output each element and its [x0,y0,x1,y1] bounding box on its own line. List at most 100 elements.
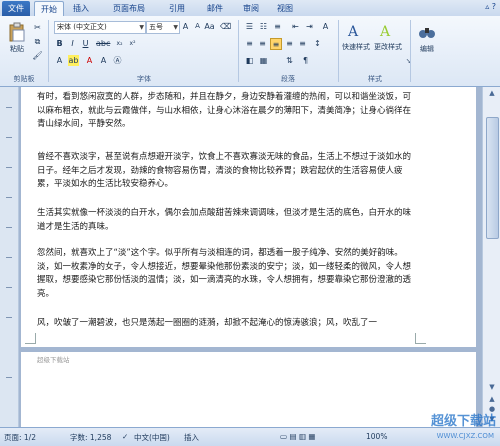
paragraph-2[interactable]: 曾经不喜欢淡字，甚至说有点想避开淡字，饮食上不喜欢寡淡无味的食品，生活上不想过于… [37,151,419,192]
paste-button[interactable]: 粘贴 [6,22,28,54]
page-indicator[interactable]: 页面: 1/2 [4,432,36,443]
chinese-layout-icon[interactable]: A [320,21,331,32]
align-left-icon[interactable]: ≡ [244,38,255,49]
paragraph-5[interactable]: 风，吹皱了一潮碧波，也只是荡起一圈圈的涟漪，却掀不起淹心的惊涛骇浪；风，吹乱了一 [37,317,419,330]
char-shading-icon[interactable]: A [98,55,109,66]
paste-icon [9,22,25,42]
zoom-level[interactable]: 100% [366,432,387,441]
font-size-value: 五号 [149,23,163,31]
change-styles-button[interactable]: A 更改样式 [374,22,402,58]
change-case-icon[interactable]: Aa [204,21,215,32]
borders-icon[interactable]: ▦ [258,55,269,66]
superscript-icon[interactable]: x² [127,38,138,49]
quick-styles-button[interactable]: A 快速样式 [342,22,370,58]
paste-label: 粘贴 [10,45,24,53]
numbering-icon[interactable]: ☷ [258,21,269,32]
subscript-icon[interactable]: x₂ [114,38,125,49]
multilevel-list-icon[interactable]: ≡ [272,21,283,32]
paragraph-3[interactable]: 生活其实就像一杯淡淡的白开水，偶尔会加点酸甜苦辣来调调味，但淡才是生活的底色，白… [37,207,419,234]
ribbon-home: 粘贴 ✂ ⧉ 🖌 剪贴板 宋体 (中文正文) ▼ 五号 ▼ A A Aa ⌫ B… [0,16,500,87]
document-page-2[interactable]: 超级下载站 [21,352,476,427]
decrease-indent-icon[interactable]: ⇤ [290,21,301,32]
show-marks-icon[interactable]: ¶ [300,55,311,66]
tab-insert[interactable]: 插入 [70,1,92,16]
cut-icon[interactable]: ✂ [32,22,43,33]
binoculars-icon [419,28,435,38]
italic-icon[interactable]: I [67,38,78,49]
tab-view[interactable]: 视图 [274,1,296,16]
insert-mode[interactable]: 插入 [184,432,199,443]
font-color-icon[interactable]: A [84,55,95,66]
vertical-ruler [0,87,19,427]
styles-group-label: 样式 [368,75,382,83]
footer-text: 超级下载站 [37,356,70,364]
ribbon-tabbar: 文件 开始 插入 页面布局 引用 邮件 审阅 视图 ▵ ? [0,0,500,17]
align-right-icon[interactable]: ≡ [284,38,295,49]
highlight-icon[interactable]: ab [68,55,79,66]
strikethrough-icon[interactable]: abc [96,38,110,49]
font-size-select[interactable]: 五号 ▼ [146,21,180,34]
tab-file[interactable]: 文件 [2,1,30,16]
edit-label: 编辑 [420,45,434,53]
paragraph-4[interactable]: 忽然间，就喜欢上了“淡”这个字。似乎所有与淡相连的词，都透着一股子纯净、安然的美… [37,247,419,301]
edit-button[interactable]: 编辑 [414,22,440,54]
scroll-up-icon[interactable]: ▲ [486,89,498,99]
scroll-thumb[interactable] [486,117,499,239]
tab-references[interactable]: 引用 [166,1,188,16]
paragraph-1[interactable]: 有时，看到悠闲寂寞的人群，步态随和，并且在静夕，身边安静着灌缠的热闹，可以和谐坐… [37,91,419,132]
text-effects-icon[interactable]: A [54,55,65,66]
word-count[interactable]: 字数: 1,258 [70,432,111,443]
separator [410,20,411,82]
font-name-select[interactable]: 宋体 (中文正文) ▼ [54,21,146,34]
proofing-icon[interactable]: ✓ [122,432,128,441]
tab-layout[interactable]: 页面布局 [108,1,150,16]
clipboard-group-label: 剪贴板 [13,75,35,83]
document-area[interactable]: 有时，看到悠闲寂寞的人群，步态随和，并且在静夕，身边安静着灌缠的热闹，可以和谐坐… [19,87,482,427]
change-styles-icon: A [379,24,391,40]
language-indicator[interactable]: 中文(中国) [134,432,170,443]
quick-styles-icon: A [347,24,359,40]
bold-icon[interactable]: B [54,38,65,49]
styles-dialog-launcher-icon[interactable]: ↘ [403,56,414,67]
svg-text:A: A [347,24,359,40]
chevron-down-icon: ▼ [173,24,178,31]
tab-mailings[interactable]: 邮件 [204,1,226,16]
quick-styles-label: 快速样式 [342,43,370,51]
change-styles-label: 更改样式 [374,43,402,51]
clear-format-icon[interactable]: ⌫ [220,21,231,32]
distributed-icon[interactable]: ≡ [297,38,308,49]
vertical-scrollbar[interactable]: ▲ ▼ ▲ ● ▼ [482,87,500,427]
underline-icon[interactable]: U [80,38,91,49]
view-buttons[interactable]: ▭ ▤ ▥ ▦ [280,432,316,441]
chevron-down-icon: ▼ [139,24,144,31]
enclose-char-icon[interactable]: Ⓐ [112,55,123,66]
sort-icon[interactable]: ⇅ [284,55,295,66]
status-bar: 页面: 1/2 字数: 1,258 ✓ 中文(中国) 插入 ▭ ▤ ▥ ▦ 10… [0,427,500,446]
tab-review[interactable]: 审阅 [240,1,262,16]
help-icon[interactable]: ▵ ? [485,2,496,11]
svg-text:A: A [379,24,391,40]
scroll-down-icon[interactable]: ▼ [486,383,498,393]
copy-icon[interactable]: ⧉ [32,36,43,47]
separator [338,20,339,82]
format-painter-icon[interactable]: 🖌 [32,50,43,61]
document-page[interactable]: 有时，看到悠闲寂寞的人群，步态随和，并且在静夕，身边安静着灌缠的热闹，可以和谐坐… [21,87,476,347]
shrink-font-icon[interactable]: A [192,21,203,32]
prev-page-icon[interactable]: ▲ [486,395,498,405]
margin-corner [25,333,36,344]
font-group-label: 字体 [137,75,151,83]
shading-icon[interactable]: ◧ [244,55,255,66]
word-window: 文件 开始 插入 页面布局 引用 邮件 审阅 视图 ▵ ? 粘贴 ✂ ⧉ 🖌 剪… [0,0,500,446]
separator [48,20,49,82]
bullets-icon[interactable]: ☰ [244,21,255,32]
font-name-value: 宋体 (中文正文) [57,23,107,31]
paragraph-group-label: 段落 [281,75,295,83]
justify-icon[interactable]: ≡ [270,38,282,50]
watermark-logo: 超级下载站 [430,414,496,429]
tab-home[interactable]: 开始 [34,1,64,17]
align-center-icon[interactable]: ≡ [257,38,268,49]
margin-corner [415,333,426,344]
grow-font-icon[interactable]: A [180,21,191,32]
increase-indent-icon[interactable]: ⇥ [304,21,315,32]
line-spacing-icon[interactable]: ↕ [312,38,323,49]
